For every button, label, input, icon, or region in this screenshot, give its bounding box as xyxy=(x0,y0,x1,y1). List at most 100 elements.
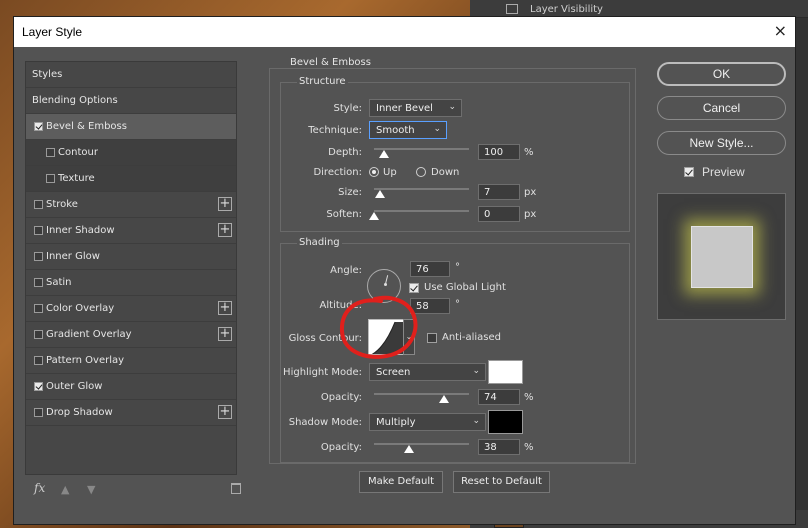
preview-checkbox[interactable] xyxy=(684,167,694,177)
style-item-inner-glow[interactable]: Inner Glow xyxy=(26,244,236,270)
size-input[interactable]: 7 xyxy=(478,184,520,200)
style-item-label: Gradient Overlay xyxy=(46,329,132,340)
close-icon[interactable]: × xyxy=(774,21,787,40)
altitude-label: Altitude: xyxy=(319,300,362,311)
direction-up-label: Up xyxy=(383,167,397,178)
preview-label: Preview xyxy=(702,165,745,179)
gloss-contour-dropdown[interactable]: ⌄ xyxy=(403,319,415,355)
structure-title: Structure xyxy=(297,76,348,87)
preview-thumbnail xyxy=(691,226,753,288)
highlight-opacity-slider-thumb[interactable] xyxy=(439,395,449,403)
depth-unit: % xyxy=(524,147,534,158)
use-global-light-checkbox[interactable] xyxy=(409,283,419,293)
highlight-mode-value: Screen xyxy=(376,367,411,378)
style-item-checkbox[interactable] xyxy=(46,174,55,183)
style-item-checkbox[interactable] xyxy=(34,278,43,287)
angle-input[interactable]: 76 xyxy=(410,261,450,277)
reset-to-default-button[interactable]: Reset to Default xyxy=(453,471,550,493)
highlight-opacity-slider[interactable] xyxy=(374,393,469,395)
style-item-checkbox[interactable] xyxy=(34,122,43,131)
direction-up-radio[interactable] xyxy=(369,167,379,177)
highlight-opacity-input[interactable]: 74 xyxy=(478,389,520,405)
fx-icon[interactable]: fx xyxy=(34,481,45,495)
style-item-contour[interactable]: Contour xyxy=(26,140,236,166)
technique-dropdown[interactable]: Smooth ⌄ xyxy=(369,121,447,139)
style-item-checkbox[interactable] xyxy=(46,148,55,157)
trash-icon[interactable] xyxy=(231,483,241,494)
ok-button[interactable]: OK xyxy=(657,62,786,86)
soften-slider-thumb[interactable] xyxy=(369,212,379,220)
new-style-button[interactable]: New Style... xyxy=(657,131,786,155)
depth-input[interactable]: 100 xyxy=(478,144,520,160)
shadow-opacity-slider-thumb[interactable] xyxy=(404,445,414,453)
style-item-pattern-overlay[interactable]: Pattern Overlay xyxy=(26,348,236,374)
add-effect-icon[interactable]: + xyxy=(218,301,232,315)
make-default-button[interactable]: Make Default xyxy=(359,471,443,493)
style-item-label: Styles xyxy=(32,69,63,80)
chevron-down-icon: ⌄ xyxy=(448,102,456,112)
style-dropdown[interactable]: Inner Bevel ⌄ xyxy=(369,99,462,117)
style-item-checkbox[interactable] xyxy=(34,356,43,365)
style-item-checkbox[interactable] xyxy=(34,200,43,209)
style-item-checkbox[interactable] xyxy=(34,226,43,235)
direction-down-label: Down xyxy=(431,167,460,178)
depth-slider-thumb[interactable] xyxy=(378,150,389,158)
style-item-inner-shadow[interactable]: Inner Shadow + xyxy=(26,218,236,244)
anti-aliased-checkbox[interactable] xyxy=(427,333,437,343)
shadow-opacity-slider[interactable] xyxy=(374,443,469,445)
add-effect-icon[interactable]: + xyxy=(218,327,232,341)
style-item-outer-glow[interactable]: Outer Glow xyxy=(26,374,236,400)
style-item-styles[interactable]: Styles xyxy=(26,62,236,88)
move-up-icon[interactable]: ▲ xyxy=(61,483,69,496)
shadow-mode-dropdown[interactable]: Multiply ⌄ xyxy=(369,413,486,431)
style-item-checkbox[interactable] xyxy=(34,408,43,417)
style-item-checkbox[interactable] xyxy=(34,252,43,261)
cancel-button[interactable]: Cancel xyxy=(657,96,786,120)
style-label: Style: xyxy=(333,103,363,114)
size-slider-thumb[interactable] xyxy=(375,190,385,198)
soften-input[interactable]: 0 xyxy=(478,206,520,222)
style-dropdown-value: Inner Bevel xyxy=(376,103,433,114)
style-item-label: Bevel & Emboss xyxy=(46,121,127,132)
style-item-satin[interactable]: Satin xyxy=(26,270,236,296)
highlight-mode-label: Highlight Mode: xyxy=(283,367,362,378)
style-item-checkbox[interactable] xyxy=(34,304,43,313)
gloss-contour-preview[interactable] xyxy=(368,319,404,355)
style-item-label: Drop Shadow xyxy=(46,407,113,418)
style-item-texture[interactable]: Texture xyxy=(26,166,236,192)
style-item-drop-shadow[interactable]: Drop Shadow + xyxy=(26,400,236,426)
soften-label: Soften: xyxy=(326,209,362,220)
shadow-color-swatch[interactable] xyxy=(488,410,523,434)
technique-dropdown-value: Smooth xyxy=(376,125,415,136)
style-item-stroke[interactable]: Stroke + xyxy=(26,192,236,218)
shadow-opacity-input[interactable]: 38 xyxy=(478,439,520,455)
style-item-label: Pattern Overlay xyxy=(46,355,125,366)
add-effect-icon[interactable]: + xyxy=(218,405,232,419)
size-slider[interactable] xyxy=(374,188,469,190)
direction-down-radio[interactable] xyxy=(416,167,426,177)
highlight-mode-dropdown[interactable]: Screen ⌄ xyxy=(369,363,486,381)
style-item-label: Stroke xyxy=(46,199,78,210)
move-down-icon[interactable]: ▼ xyxy=(87,483,95,496)
style-item-gradient-overlay[interactable]: Gradient Overlay + xyxy=(26,322,236,348)
add-effect-icon[interactable]: + xyxy=(218,197,232,211)
style-item-label: Outer Glow xyxy=(46,381,103,392)
soften-slider[interactable] xyxy=(374,210,469,212)
altitude-unit: ° xyxy=(455,299,460,310)
highlight-color-swatch[interactable] xyxy=(488,360,523,384)
highlight-opacity-label: Opacity: xyxy=(320,392,362,403)
angle-unit: ° xyxy=(455,262,460,273)
add-effect-icon[interactable]: + xyxy=(218,223,232,237)
style-item-checkbox[interactable] xyxy=(34,382,43,391)
shadow-opacity-label: Opacity: xyxy=(320,442,362,453)
shadow-mode-label: Shadow Mode: xyxy=(288,417,362,428)
style-item-color-overlay[interactable]: Color Overlay + xyxy=(26,296,236,322)
style-item-blending-options[interactable]: Blending Options xyxy=(26,88,236,114)
altitude-input[interactable]: 58 xyxy=(410,298,450,314)
angle-dial[interactable] xyxy=(367,269,401,303)
style-item-checkbox[interactable] xyxy=(34,330,43,339)
highlight-opacity-unit: % xyxy=(524,392,534,403)
style-item-bevel-emboss[interactable]: Bevel & Emboss xyxy=(26,114,236,140)
style-item-label: Contour xyxy=(58,147,98,158)
shadow-opacity-unit: % xyxy=(524,442,534,453)
